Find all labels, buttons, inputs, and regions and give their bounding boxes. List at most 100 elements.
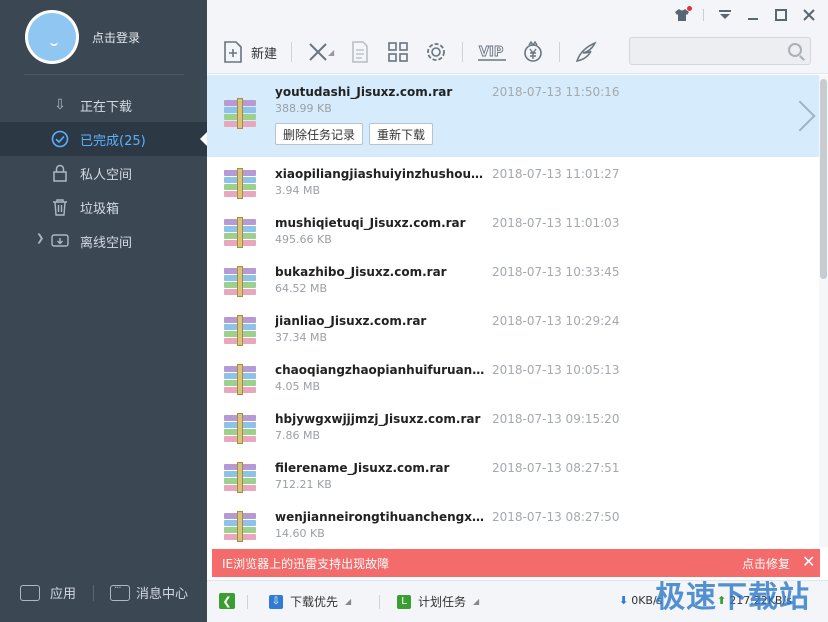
file-size: 7.86 MB xyxy=(275,429,321,442)
file-size: 4.05 MB xyxy=(275,380,321,393)
file-date: 2018-07-13 10:33:45 xyxy=(492,265,620,279)
sidebar-item-trash[interactable]: 垃圾箱 xyxy=(0,190,207,224)
search-icon[interactable] xyxy=(788,43,802,57)
file-row-selected[interactable]: youtudashi_Jisuxz.com.rar 388.99 KB 2018… xyxy=(207,75,819,157)
chevron-right-icon[interactable]: ❯ xyxy=(36,233,44,244)
file-size: 3.94 MB xyxy=(275,184,321,197)
file-row[interactable]: filerename_Jisuxz.com.rar 712.21 KB 2018… xyxy=(207,451,819,500)
sidebar-item-completed[interactable]: 已完成(25) xyxy=(0,122,207,156)
vip-icon: VIP xyxy=(477,40,507,64)
properties-button[interactable] xyxy=(348,40,372,64)
file-name: youtudashi_Jisuxz.com.rar xyxy=(275,85,453,99)
minimize-icon[interactable] xyxy=(746,8,760,22)
completed-file-list: youtudashi_Jisuxz.com.rar 388.99 KB 2018… xyxy=(207,75,819,547)
trash-icon xyxy=(50,198,70,216)
dropdown-triangle-icon: ◢ xyxy=(473,597,480,606)
toolbar-divider xyxy=(559,42,561,62)
avatar[interactable] xyxy=(25,10,79,64)
file-name: hbjywgxwjjjmzj_Jisuxz.com.rar xyxy=(275,412,481,426)
file-name: xiaopiliangjiashuiyinzhushou_Jisux... xyxy=(275,167,485,181)
chat-icon xyxy=(110,583,130,601)
scheduled-task-button[interactable]: L 计划任务 ◢ xyxy=(397,593,479,610)
apps-button[interactable]: 应用 xyxy=(20,583,76,602)
file-date: 2018-07-13 10:05:13 xyxy=(492,363,620,377)
file-date: 2018-07-13 11:01:03 xyxy=(492,216,620,230)
alert-close-icon[interactable]: ✕ xyxy=(802,552,815,571)
menu-icon[interactable] xyxy=(718,8,732,22)
window-controls xyxy=(675,6,816,22)
redownload-button[interactable]: 重新下载 xyxy=(369,123,434,145)
toolbar-divider xyxy=(291,42,293,62)
statusbar-divider xyxy=(247,595,248,609)
file-row[interactable]: xiaopiliangjiashuiyinzhushou_Jisux... 3.… xyxy=(207,157,819,206)
grid-view-button[interactable] xyxy=(386,40,410,64)
file-row[interactable]: mushiqietuqi_Jisuxz.com.rar 495.66 KB 20… xyxy=(207,206,819,255)
bonus-button[interactable] xyxy=(521,40,545,64)
alert-message: IE浏览器上的迅雷支持出现故障 xyxy=(222,557,390,571)
new-task-label: 新建 xyxy=(251,46,278,62)
search-box xyxy=(629,37,811,65)
sidebar-item-downloading[interactable]: ⇩ 正在下载 xyxy=(0,88,207,122)
message-center-button[interactable]: 消息中心 xyxy=(110,583,188,602)
sidebar-footer: 应用 消息中心 xyxy=(0,575,207,611)
dropdown-triangle-icon: ◢ xyxy=(345,597,352,606)
site-watermark: 极速下载站 xyxy=(655,580,810,615)
sidebar-item-offline-space[interactable]: ❯ 离线空间 xyxy=(0,224,207,258)
file-name: bukazhibo_Jisuxz.com.rar xyxy=(275,265,447,279)
file-name: wenjianneirongtihuanchengxu_Jis... xyxy=(275,510,485,524)
file-size: 495.66 KB xyxy=(275,233,332,246)
toolbar-divider xyxy=(462,42,464,62)
sidebar-item-label: 垃圾箱 xyxy=(80,201,120,217)
delete-record-button[interactable]: 删除任务记录 xyxy=(275,123,364,145)
file-date: 2018-07-13 11:01:27 xyxy=(492,167,620,181)
speed-mode-button[interactable] xyxy=(574,40,598,64)
login-link[interactable]: 点击登录 xyxy=(92,29,140,46)
file-date: 2018-07-13 10:29:24 xyxy=(492,314,620,328)
file-date: 2018-07-13 11:50:16 xyxy=(492,85,620,99)
list-scrollbar[interactable] xyxy=(819,75,828,547)
file-size: 37.34 MB xyxy=(275,331,328,344)
file-row[interactable]: chaoqiangzhaopianhuifuruanjian_J... 4.05… xyxy=(207,353,819,402)
document-icon xyxy=(348,40,372,64)
file-row[interactable]: hbjywgxwjjjmzj_Jisuxz.com.rar 7.86 MB 20… xyxy=(207,402,819,451)
apps-icon xyxy=(20,584,40,601)
lock-icon xyxy=(50,164,70,182)
check-circle-icon xyxy=(50,130,70,148)
fix-link[interactable]: 点击修复 xyxy=(742,555,790,572)
sidebar-divider xyxy=(24,74,184,75)
rar-archive-icon xyxy=(224,413,256,444)
sidebar-nav: ⇩ 正在下载 已完成(25) 私人空间 垃圾箱 ❯ 离线空间 xyxy=(0,88,207,258)
collapse-left-icon[interactable]: ❮ xyxy=(219,593,235,609)
cloud-icon xyxy=(50,232,70,250)
skin-icon[interactable] xyxy=(675,6,692,22)
sidebar-item-label: 已完成(25) xyxy=(80,133,146,149)
chevron-right-icon[interactable] xyxy=(789,99,811,133)
rar-archive-icon xyxy=(224,98,256,129)
file-name: jianliao_Jisuxz.com.rar xyxy=(275,314,427,328)
wing-icon xyxy=(574,40,598,64)
new-task-button[interactable]: 新建 xyxy=(221,40,277,64)
vip-button[interactable]: VIP xyxy=(477,40,507,64)
file-row[interactable]: wenjianneirongtihuanchengxu_Jis... 14.60… xyxy=(207,500,819,547)
download-icon: ⇩ xyxy=(54,97,66,113)
file-name: chaoqiangzhaopianhuifuruanjian_J... xyxy=(275,363,485,377)
file-date: 2018-07-13 08:27:51 xyxy=(492,461,620,475)
search-input[interactable] xyxy=(630,38,780,64)
download-priority-button[interactable]: ⇩ 下载优先 ◢ xyxy=(269,593,351,610)
sidebar-item-private-space[interactable]: 私人空间 xyxy=(0,156,207,190)
delete-x-icon xyxy=(306,40,330,64)
file-row[interactable]: jianliao_Jisuxz.com.rar 37.34 MB 2018-07… xyxy=(207,304,819,353)
apps-label: 应用 xyxy=(50,587,77,602)
rar-archive-icon xyxy=(224,315,256,346)
close-icon[interactable] xyxy=(802,8,816,22)
maximize-icon[interactable] xyxy=(774,8,788,22)
statusbar-divider xyxy=(379,595,380,609)
accelerate-button[interactable] xyxy=(424,40,448,64)
rar-archive-icon xyxy=(224,217,256,248)
scrollbar-thumb[interactable] xyxy=(820,79,827,279)
delete-button[interactable]: ◢ xyxy=(306,40,334,64)
message-center-label: 消息中心 xyxy=(136,587,189,602)
file-row[interactable]: bukazhibo_Jisuxz.com.rar 64.52 MB 2018-0… xyxy=(207,255,819,304)
gear-icon xyxy=(424,40,448,64)
priority-label: 下载优先 xyxy=(290,595,339,609)
